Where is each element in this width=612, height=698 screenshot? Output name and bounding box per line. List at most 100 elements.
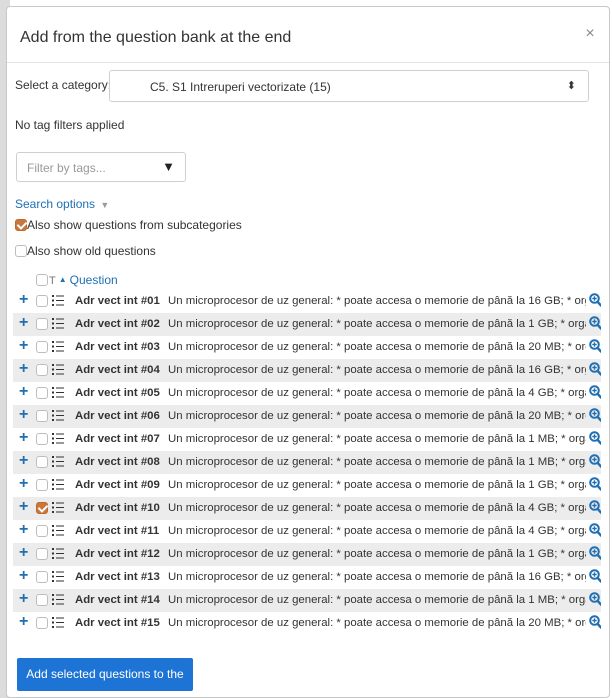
question-checkbox[interactable] [36,410,48,422]
question-checkbox[interactable] [36,318,48,330]
question-row: + Adr vect int #01 Un microprocesor de uz … [13,290,601,313]
tag-filter-placeholder: Filter by tags... [27,161,106,175]
zoom-in-icon[interactable] [589,615,601,629]
plus-icon[interactable]: + [19,361,28,377]
subcategories-label: Also show questions from subcategories [27,218,242,232]
question-name: Adr vect int #15 [75,617,160,629]
question-name: Adr vect int #07 [75,433,160,445]
type-column-header[interactable]: T [49,275,56,287]
zoom-in-icon[interactable] [589,454,601,468]
multichoice-icon [52,363,64,376]
question-name: Adr vect int #14 [75,594,160,606]
question-checkbox[interactable] [36,387,48,399]
question-row: + Adr vect int #04 Un microprocesor de uz … [13,359,601,382]
old-questions-label: Also show old questions [27,244,156,258]
question-name: Adr vect int #02 [75,318,160,330]
plus-icon[interactable]: + [19,407,28,423]
plus-icon[interactable]: + [19,315,28,331]
question-checkbox[interactable] [36,456,48,468]
plus-icon[interactable]: + [19,292,28,308]
dialog-title: Add from the question bank at the end [20,29,292,46]
caret-down-icon: ▼ [100,200,110,210]
dialog-header: Add from the question bank at the end × [7,7,609,63]
zoom-in-icon[interactable] [589,339,601,353]
question-checkbox[interactable] [36,594,48,606]
no-tag-filters-text: No tag filters applied [15,118,125,132]
search-options-link[interactable]: Search options ▼ [15,197,109,211]
question-name: Adr vect int #11 [75,525,160,537]
plus-icon[interactable]: + [19,476,28,492]
zoom-in-icon[interactable] [589,293,601,307]
zoom-in-icon[interactable] [589,500,601,514]
question-checkbox[interactable] [36,548,48,560]
question-checkbox[interactable] [36,433,48,445]
zoom-in-icon[interactable] [589,385,601,399]
question-text: Un microprocesor de uz general: * poate … [168,548,586,560]
plus-icon[interactable]: + [19,430,28,446]
question-column-header[interactable]: Question [70,273,118,287]
old-questions-option: Also show old questions [15,244,156,260]
multichoice-icon [52,455,64,468]
question-text: Un microprocesor de uz general: * poate … [168,594,586,606]
zoom-in-icon[interactable] [589,523,601,537]
plus-icon[interactable]: + [19,384,28,400]
question-checkbox[interactable] [36,525,48,537]
select-arrows-icon: ⬍ [566,80,576,92]
multichoice-icon [52,317,64,330]
plus-icon[interactable]: + [19,591,28,607]
question-text: Un microprocesor de uz general: * poate … [168,433,586,445]
zoom-in-icon[interactable] [589,592,601,606]
question-checkbox[interactable] [36,617,48,629]
plus-icon[interactable]: + [19,338,28,354]
question-checkbox[interactable] [36,502,48,514]
question-checkbox[interactable] [36,341,48,353]
question-text: Un microprocesor de uz general: * poate … [168,318,586,330]
category-selected-value: C5. S1 Intreruperi vectorizate (15) [150,80,331,94]
plus-icon[interactable]: + [19,522,28,538]
question-name: Adr vect int #10 [75,502,160,514]
question-row: + Adr vect int #13 Un microprocesor de uz … [13,566,601,589]
plus-icon[interactable]: + [19,614,28,630]
zoom-in-icon[interactable] [589,362,601,376]
zoom-in-icon[interactable] [589,316,601,330]
zoom-in-icon[interactable] [589,431,601,445]
question-row: + Adr vect int #10 Un microprocesor de uz … [13,497,601,520]
question-name: Adr vect int #12 [75,548,160,560]
subcategories-checkbox[interactable] [15,219,27,231]
multichoice-icon [52,294,64,307]
question-name: Adr vect int #01 [75,295,160,307]
close-icon[interactable]: × [581,25,599,43]
zoom-in-icon[interactable] [589,569,601,583]
zoom-in-icon[interactable] [589,477,601,491]
question-name: Adr vect int #09 [75,479,160,491]
question-checkbox[interactable] [36,364,48,376]
old-questions-checkbox[interactable] [15,245,27,257]
zoom-in-icon[interactable] [589,546,601,560]
multichoice-icon [52,547,64,560]
plus-icon[interactable]: + [19,545,28,561]
question-text: Un microprocesor de uz general: * poate … [168,502,586,514]
multichoice-icon [52,409,64,422]
question-row: + Adr vect int #09 Un microprocesor de uz … [13,474,601,497]
select-all-checkbox[interactable] [36,274,48,286]
question-text: Un microprocesor de uz general: * poate … [168,571,586,583]
tag-filter-input[interactable]: Filter by tags... ▼ [16,152,186,182]
plus-icon[interactable]: + [19,453,28,469]
question-checkbox[interactable] [36,479,48,491]
question-text: Un microprocesor de uz general: * poate … [168,364,586,376]
plus-icon[interactable]: + [19,499,28,515]
multichoice-icon [52,593,64,606]
category-select[interactable]: C5. S1 Intreruperi vectorizate (15) ⬍ [109,70,589,102]
plus-icon[interactable]: + [19,568,28,584]
question-checkbox[interactable] [36,571,48,583]
zoom-in-icon[interactable] [589,408,601,422]
question-row: + Adr vect int #11 Un microprocesor de uz … [13,520,601,543]
sort-ascending-icon: ▲ [58,275,67,284]
question-text: Un microprocesor de uz general: * poate … [168,341,586,353]
question-checkbox[interactable] [36,295,48,307]
category-row: Select a category: C5. S1 Intreruperi ve… [13,70,601,104]
category-label: Select a category: [15,78,112,92]
search-options-label: Search options [15,197,96,211]
question-name: Adr vect int #03 [75,341,160,353]
add-selected-button[interactable]: Add selected questions to the quiz [17,658,193,691]
